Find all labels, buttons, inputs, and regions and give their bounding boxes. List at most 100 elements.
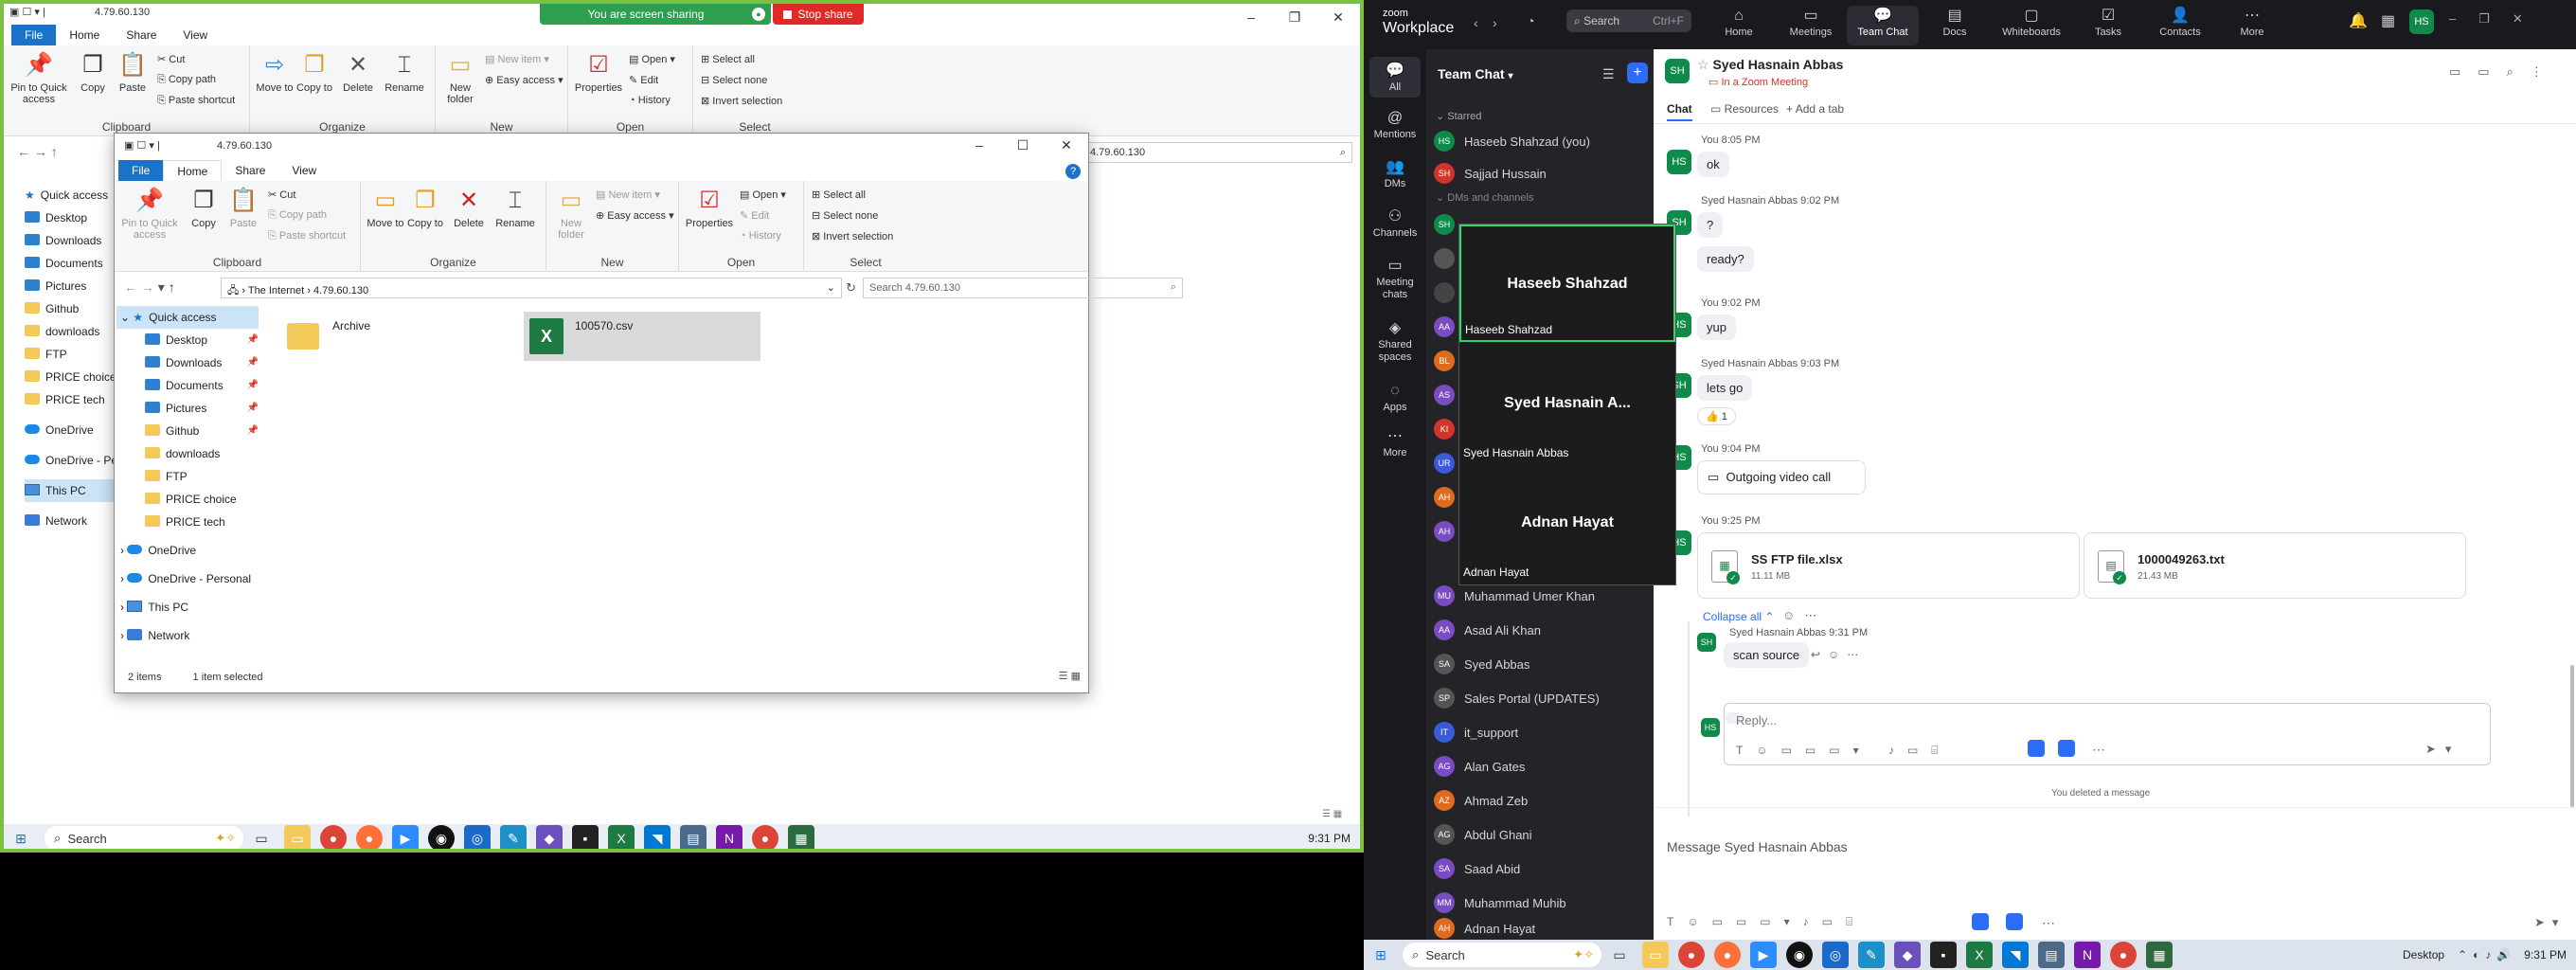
contact-item[interactable]: MU Muhammad Umer Khan	[1434, 582, 1595, 610]
windows-start-icon[interactable]: ⊞	[1368, 942, 1394, 968]
contact-item[interactable]: AH Adnan Hayat	[1434, 917, 1535, 940]
tab-share[interactable]: Share	[222, 160, 278, 181]
file-csv[interactable]: X 100570.csv	[524, 312, 760, 361]
easy-access-button[interactable]: ⊕ Easy access ▾	[485, 74, 564, 86]
file-card-txt[interactable]: ▤ ✓ 1000049263.txt 21.43 MB	[2084, 532, 2466, 599]
maximize-button[interactable]: ☐	[1001, 132, 1045, 158]
app-icon[interactable]: ◆	[1894, 942, 1921, 968]
more-icon[interactable]: ⋯	[2092, 742, 2105, 758]
chrome-icon[interactable]: ●	[320, 825, 347, 849]
delete-button[interactable]: ✕ Delete	[337, 51, 379, 94]
history-button[interactable]: ◔ History	[740, 230, 781, 242]
recent-locations-icon[interactable]: ▾	[158, 279, 165, 295]
app-icon[interactable]	[2006, 913, 2023, 930]
nav-github[interactable]: Github 📌	[116, 420, 259, 442]
media-app-icon[interactable]: ◉	[428, 825, 455, 849]
tab-share[interactable]: Share	[113, 25, 170, 45]
composer-toolbar-icons[interactable]: T☺▭▭▭▾♪▭⌸	[1667, 915, 1866, 929]
help-icon[interactable]: ?	[1065, 164, 1081, 179]
avatar[interactable]: HS	[2409, 9, 2434, 34]
rail-channels[interactable]: ⚇ Channels	[1364, 207, 1426, 240]
open-button[interactable]: ▤ Open ▾	[740, 189, 786, 201]
app-icon[interactable]	[2028, 740, 2045, 757]
search-box[interactable]: Search 4.79.60.130 ⌕	[863, 278, 1183, 298]
filter-icon[interactable]: ☰	[1602, 66, 1615, 82]
nav-arrows[interactable]: ← → ▾ ↑	[124, 279, 175, 296]
thread-action-icons[interactable]: ☺⋯	[1782, 608, 1826, 623]
app-icon[interactable]: ▦	[2146, 942, 2173, 968]
invert-selection-button[interactable]: ⊠ Invert selection	[701, 95, 782, 107]
cut-button[interactable]: ✂ Cut	[268, 189, 295, 201]
reply-box[interactable]: Reply... T☺▭▭▭▾ ♪▭⌸ ⋯ ➤▾	[1724, 703, 2491, 765]
notepad-icon[interactable]: ▤	[2038, 942, 2065, 968]
nav-price-tech[interactable]: PRICE tech	[25, 388, 119, 411]
chrome-icon[interactable]: ●	[752, 825, 778, 849]
tab-tasks[interactable]: ☑ Tasks	[2072, 6, 2144, 38]
contact-item[interactable]: SP Sales Portal (UPDATES)	[1434, 684, 1600, 712]
stop-share-button[interactable]: Stop share	[773, 4, 864, 25]
nav-pictures[interactable]: Pictures 📌	[116, 397, 259, 420]
zoom-icon[interactable]: ▶	[1750, 942, 1777, 968]
rail-more[interactable]: ⋯ More	[1364, 426, 1426, 459]
message-bubble[interactable]: lets go	[1697, 375, 1753, 401]
message-bubble[interactable]: yup	[1697, 314, 1736, 340]
pin-button[interactable]: 📌 Pin to Quick access	[6, 51, 72, 105]
maximize-button[interactable]: ❐	[1273, 4, 1316, 30]
window-controls[interactable]: –❐✕	[2449, 11, 2546, 27]
nav-quick-access[interactable]: ★ Quick access	[25, 184, 119, 207]
starred-header[interactable]: ⌄ Starred	[1436, 110, 1481, 122]
pen-app-icon[interactable]: ✎	[1858, 942, 1885, 968]
properties-button[interactable]: ☑ Properties	[683, 187, 736, 229]
chat-header-icons[interactable]: ▭▭⌕⋮	[2449, 64, 2560, 80]
rail-dms[interactable]: 👥 DMs	[1364, 157, 1426, 190]
message-bubble[interactable]: ok	[1697, 152, 1729, 177]
dms-header[interactable]: ⌄ DMs and channels	[1436, 191, 1533, 204]
nav-desktop[interactable]: Desktop 📌	[116, 329, 259, 351]
view-toggle-icons[interactable]: ☰ ▦	[1322, 809, 1342, 819]
file-explorer-icon[interactable]: ▭	[284, 825, 311, 849]
tab-file[interactable]: File	[118, 160, 164, 181]
contact-item[interactable]: SA Saad Abid	[1434, 854, 1520, 883]
tab-view[interactable]: View	[278, 160, 330, 181]
edit-button[interactable]: ✎ Edit	[740, 209, 769, 222]
select-none-button[interactable]: ⊟ Select none	[812, 209, 878, 222]
tab-view[interactable]: View	[170, 25, 221, 45]
nav-documents[interactable]: Documents	[25, 252, 119, 275]
taskbar-search[interactable]: ⌕ Search ✦✧	[1403, 943, 1601, 967]
contact-item[interactable]: IT it_support	[1434, 718, 1518, 746]
tab-home[interactable]: Home	[163, 160, 223, 181]
contact-item[interactable]: AG Alan Gates	[1434, 752, 1525, 781]
firefox-icon[interactable]: ●	[1714, 942, 1741, 968]
nav-price-choice[interactable]: PRICE choice	[116, 488, 259, 511]
history-button[interactable]: ◔ History	[629, 95, 671, 106]
new-chat-button[interactable]: +	[1627, 63, 1648, 83]
refresh-icon[interactable]: ↻	[846, 280, 856, 296]
message-bubble[interactable]: ?	[1697, 212, 1724, 238]
list-title[interactable]: Team Chat ▾	[1438, 66, 1512, 81]
app-icon[interactable]: ◆	[536, 825, 563, 849]
terminal-icon[interactable]: ▪	[572, 825, 599, 849]
tab-contacts[interactable]: 👤 Contacts	[2144, 6, 2216, 38]
nav-price-tech[interactable]: PRICE tech	[116, 511, 259, 533]
up-arrow-icon[interactable]: ↑	[169, 279, 175, 295]
properties-button[interactable]: ☑ Properties	[572, 51, 625, 94]
task-view-icon[interactable]: ▭	[248, 825, 275, 849]
move-to-button[interactable]: ⇨ Move to	[256, 51, 294, 94]
paste-button[interactable]: 📋 Paste	[224, 187, 262, 229]
tab-home[interactable]: Home	[56, 25, 113, 45]
tab-docs[interactable]: ▤ Docs	[1919, 6, 1991, 38]
message-composer[interactable]: Message Syed Hasnain Abbas T☺▭▭▭▾♪▭⌸ ⋯ ➤…	[1654, 834, 2576, 930]
nav-onedrive[interactable]: › OneDrive	[116, 539, 259, 562]
easy-access-button[interactable]: ⊕ Easy access ▾	[596, 209, 674, 222]
back-nav-arrows[interactable]: ← → ↑	[17, 144, 58, 159]
minimize-button[interactable]: –	[957, 132, 1001, 158]
nav-network[interactable]: › Network	[116, 624, 259, 647]
chat-title[interactable]: ☆ Syed Hasnain Abbas	[1697, 57, 1843, 73]
participant-tile[interactable]: Adnan Hayat Adnan Hayat	[1459, 465, 1675, 583]
select-all-button[interactable]: ⊞ Select all	[701, 53, 755, 65]
select-none-button[interactable]: ⊟ Select none	[701, 74, 767, 86]
breadcrumb-host[interactable]: 4.79.60.130	[313, 285, 368, 296]
cut-button[interactable]: ✂ Cut	[157, 53, 185, 65]
nav-onedrive-personal[interactable]: OneDrive - Pe	[25, 449, 119, 472]
rail-apps[interactable]: ◌ Apps	[1364, 381, 1426, 414]
